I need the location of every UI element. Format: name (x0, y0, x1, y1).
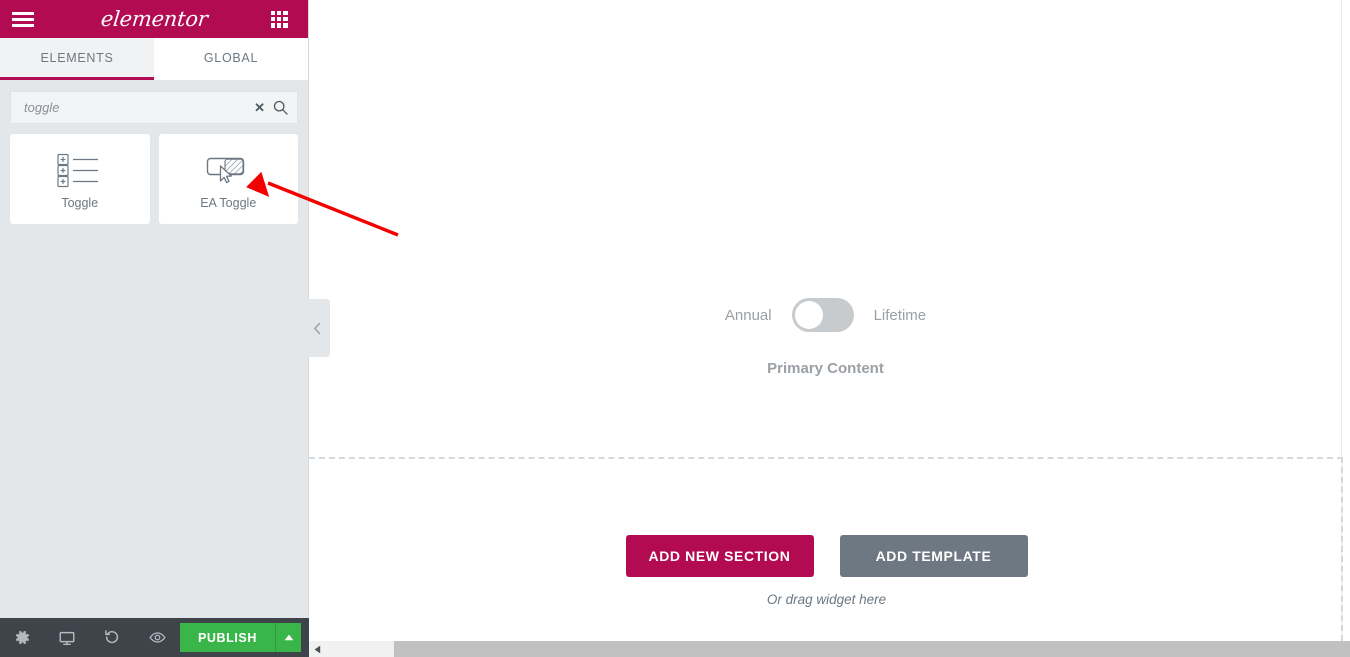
editor-canvas: Annual Lifetime Primary Content ADD NEW … (309, 0, 1350, 641)
caret-up-icon (284, 634, 293, 641)
add-new-section-label: ADD NEW SECTION (648, 548, 791, 564)
chevron-left-icon (313, 322, 321, 334)
toggle-switch[interactable] (791, 298, 854, 332)
panel-footer-toolbar: PUBLISH (0, 618, 309, 657)
toggle-left-label: Annual (724, 306, 772, 324)
settings-gear-icon[interactable] (0, 618, 45, 657)
search-icon[interactable] (267, 92, 293, 123)
clear-x-icon[interactable]: ✕ (252, 101, 267, 114)
add-section-dropzone[interactable]: ADD NEW SECTION ADD TEMPLATE Or drag wid… (310, 457, 1343, 640)
hamburger-menu-icon (12, 11, 34, 27)
ea-toggle-switch-icon (204, 148, 252, 192)
search-box[interactable]: ✕ (10, 91, 298, 124)
scroll-left-arrow-icon[interactable] (309, 641, 325, 657)
preview-eye-icon[interactable] (135, 618, 180, 657)
add-template-button[interactable]: ADD TEMPLATE (839, 535, 1028, 577)
elementor-panel: elementor ELEMENTS GLOBAL ✕ (0, 0, 309, 657)
publish-button-label: PUBLISH (197, 630, 258, 645)
elementor-editor: elementor ELEMENTS GLOBAL ✕ (0, 0, 1350, 657)
add-section-buttons: ADD NEW SECTION ADD TEMPLATE (310, 535, 1343, 577)
elementor-logo-text: elementor (99, 7, 209, 31)
add-template-label: ADD TEMPLATE (875, 548, 992, 564)
publish-button[interactable]: PUBLISH (179, 623, 276, 652)
widget-results-grid: Toggle EA Toggle (0, 124, 308, 224)
add-new-section-button[interactable]: ADD NEW SECTION (625, 535, 814, 577)
panel-search-area: ✕ (0, 80, 308, 124)
horizontal-scrollbar[interactable] (309, 641, 1350, 657)
horizontal-scrollbar-track[interactable] (325, 641, 1350, 657)
app-grid-icon (270, 10, 288, 28)
toggle-widget-section[interactable]: Annual Lifetime Primary Content (309, 0, 1342, 460)
tab-elements[interactable]: ELEMENTS (0, 38, 154, 80)
panel-header: elementor (0, 0, 308, 38)
drag-widget-hint: Or drag widget here (766, 592, 887, 607)
widget-card-ea-toggle-label: EA Toggle (200, 196, 257, 210)
app-grid-button[interactable] (256, 0, 302, 38)
tab-elements-label: ELEMENTS (40, 50, 114, 65)
toggle-list-icon (54, 148, 106, 192)
toggle-right-label: Lifetime (873, 306, 927, 324)
toggle-switch-knob (794, 301, 823, 329)
horizontal-scrollbar-thumb[interactable] (394, 641, 1350, 657)
widget-card-ea-toggle[interactable]: EA Toggle (158, 134, 298, 224)
publish-options-button[interactable] (275, 623, 302, 652)
search-input[interactable] (11, 92, 253, 123)
publish-button-group: PUBLISH (179, 623, 302, 652)
tab-global-label: GLOBAL (203, 50, 259, 65)
toggle-primary-content: Primary Content (767, 360, 884, 377)
hamburger-menu-button[interactable] (0, 0, 46, 38)
widget-card-toggle[interactable]: Toggle (10, 134, 150, 224)
panel-collapse-handle[interactable] (305, 299, 330, 357)
tab-global[interactable]: GLOBAL (154, 38, 308, 80)
toggle-widget-row: Annual Lifetime (309, 298, 1342, 332)
responsive-monitor-icon[interactable] (45, 618, 90, 657)
history-revisions-icon[interactable] (90, 618, 135, 657)
widget-card-toggle-label: Toggle (61, 196, 99, 210)
panel-tabs: ELEMENTS GLOBAL (0, 38, 308, 80)
